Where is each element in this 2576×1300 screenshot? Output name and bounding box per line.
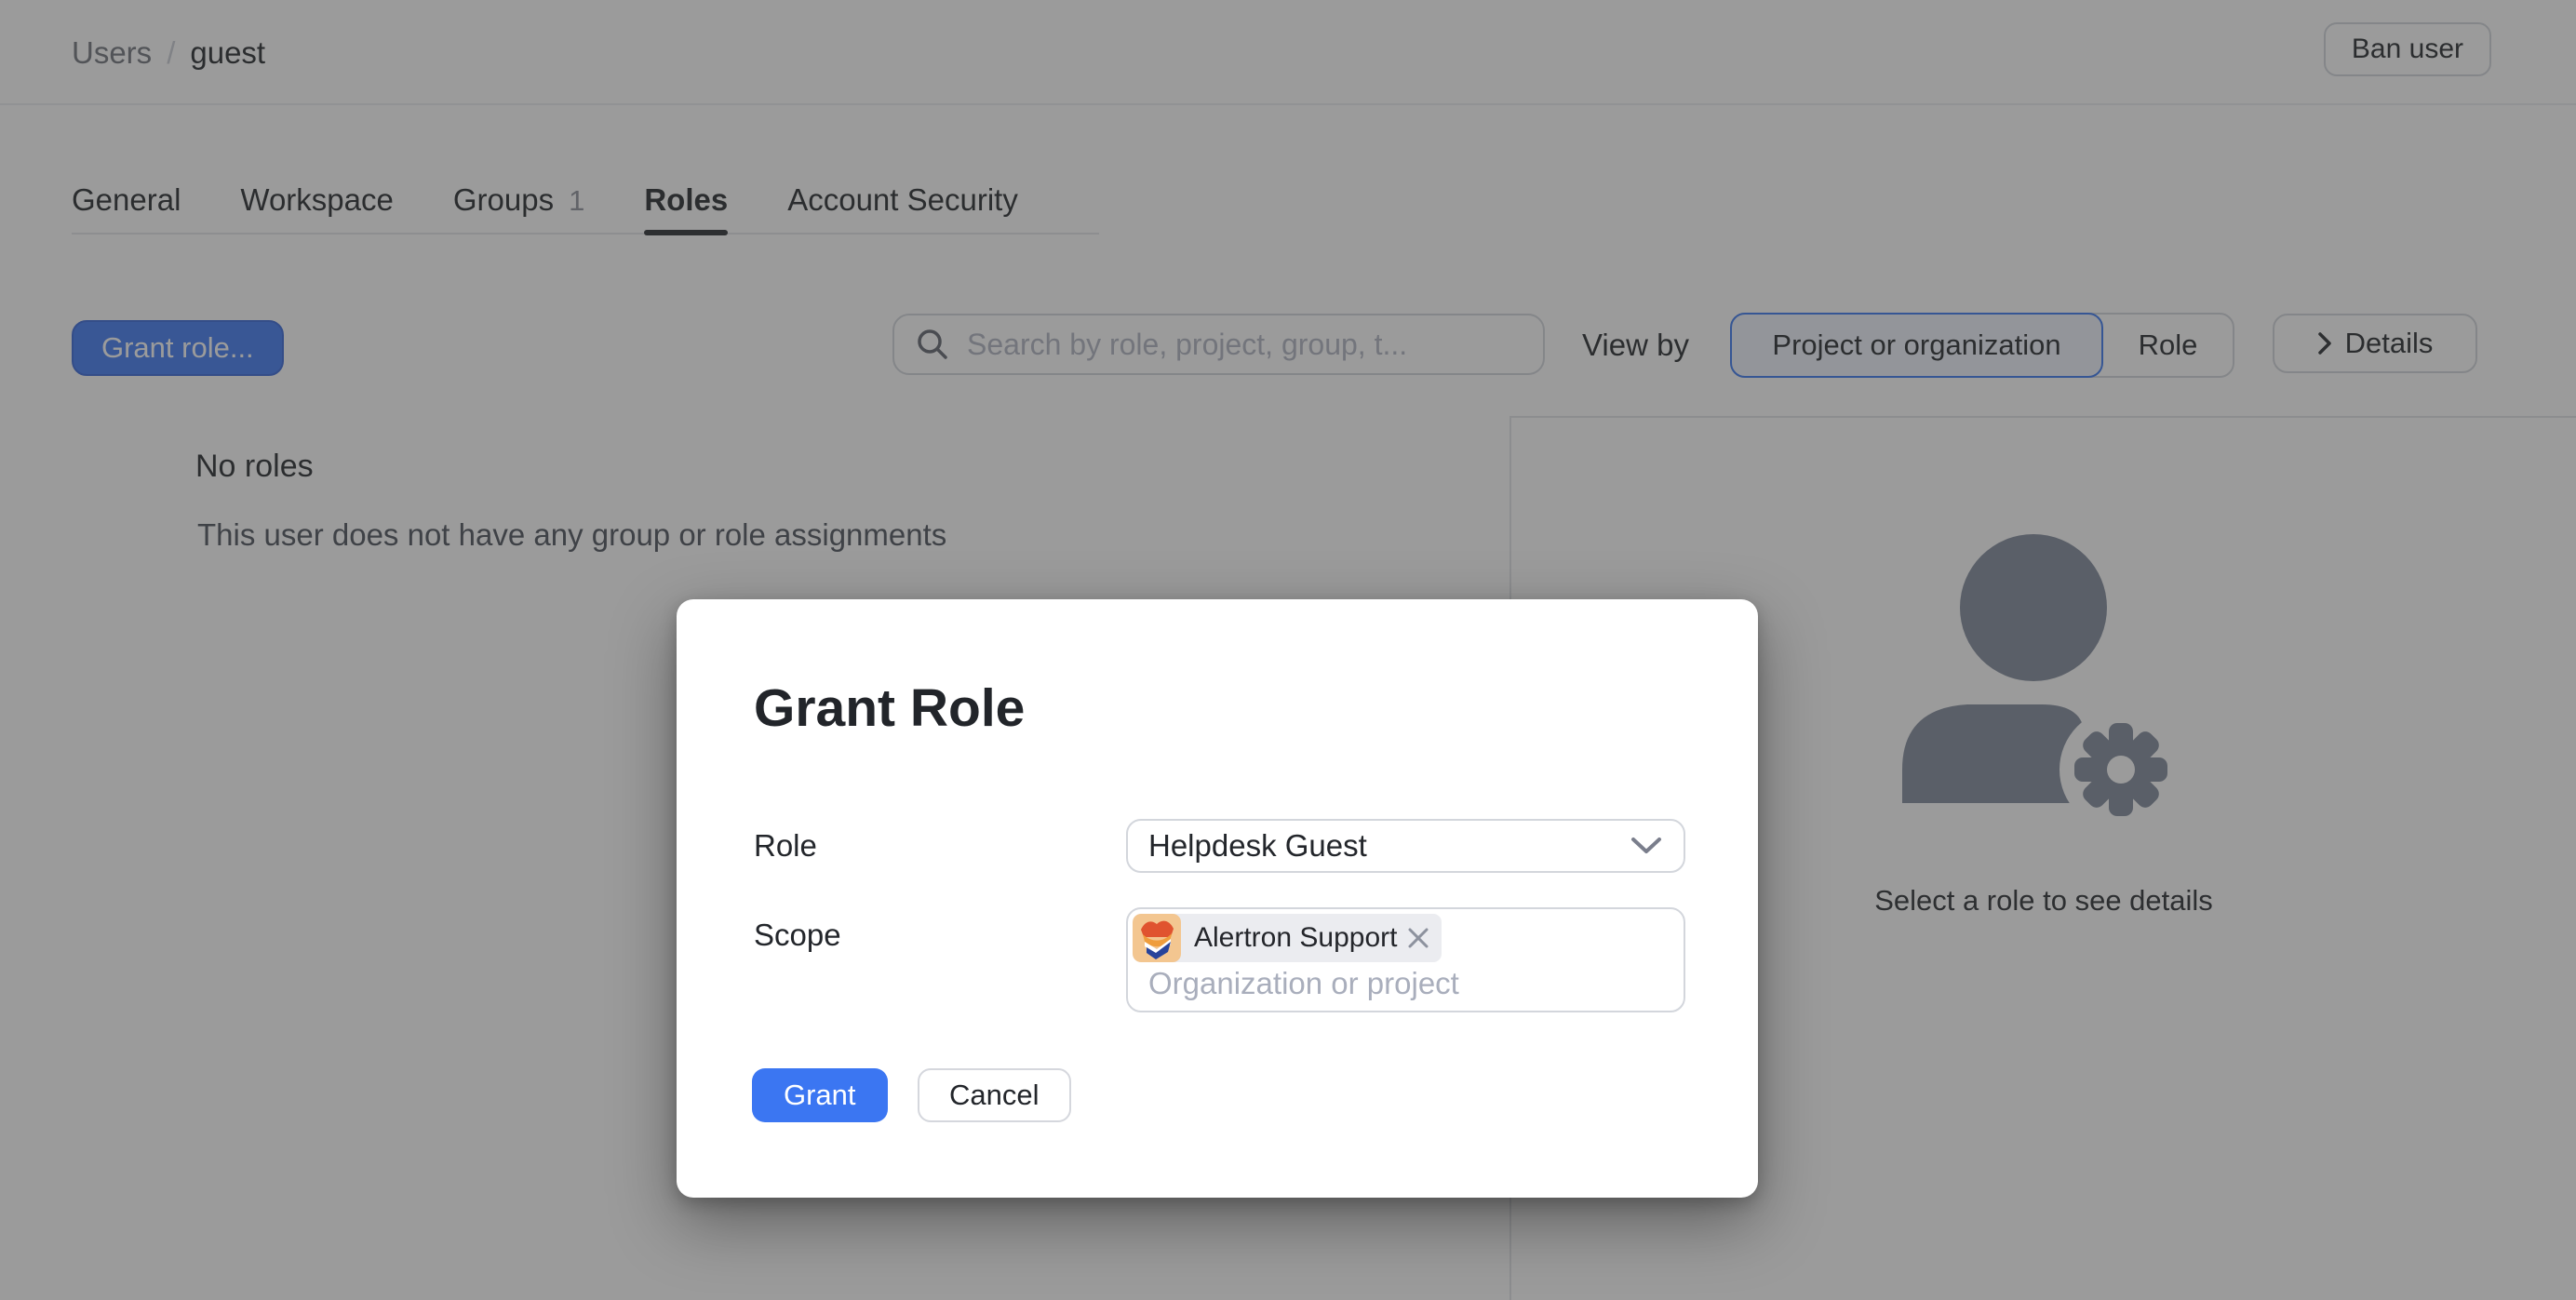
role-select-value: Helpdesk Guest bbox=[1148, 828, 1630, 864]
alertron-support-logo-icon bbox=[1133, 914, 1181, 962]
remove-scope-tag-button[interactable] bbox=[1406, 926, 1442, 950]
scope-input[interactable]: Alertron Support Organization or project bbox=[1126, 907, 1685, 1012]
scope-tag-label: Alertron Support bbox=[1181, 922, 1406, 954]
grant-button[interactable]: Grant bbox=[752, 1068, 888, 1122]
cancel-button[interactable]: Cancel bbox=[918, 1068, 1071, 1122]
close-icon bbox=[1406, 926, 1430, 950]
role-field-label: Role bbox=[754, 828, 817, 864]
scope-tag: Alertron Support bbox=[1133, 914, 1442, 962]
grant-role-dialog: Grant Role Role Helpdesk Guest Scope Ale… bbox=[677, 599, 1758, 1198]
chevron-down-icon bbox=[1630, 836, 1663, 856]
dialog-title: Grant Role bbox=[754, 677, 1025, 739]
scope-input-placeholder: Organization or project bbox=[1148, 966, 1459, 1001]
role-select[interactable]: Helpdesk Guest bbox=[1126, 819, 1685, 873]
scope-field-label: Scope bbox=[754, 918, 841, 953]
user-roles-page: Users / guest Ban user General Workspace… bbox=[0, 0, 2576, 1300]
